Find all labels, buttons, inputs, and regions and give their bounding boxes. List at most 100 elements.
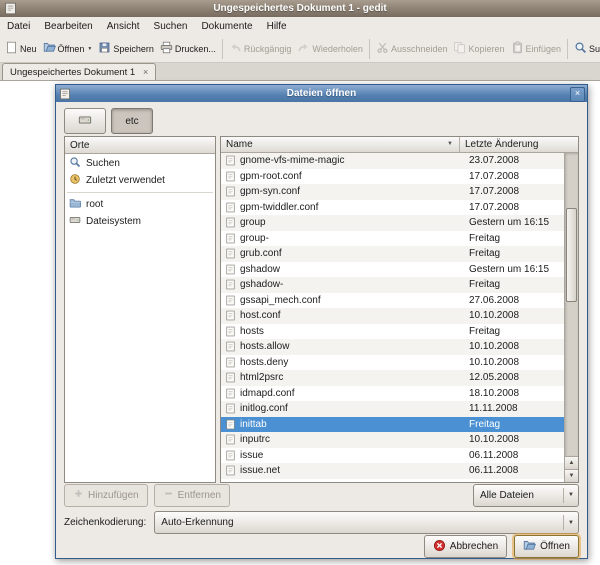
file-modified: 12.05.2008: [469, 372, 564, 383]
dialog-titlebar[interactable]: Dateien öffnen ×: [56, 85, 587, 102]
file-row-initlog-conf[interactable]: initlog.conf11.11.2008: [221, 401, 564, 417]
path-root-button[interactable]: [64, 108, 106, 134]
toolbar-button-neu[interactable]: Neu: [2, 39, 40, 59]
file-name: inputrc: [240, 434, 469, 445]
tab-close-icon[interactable]: ×: [140, 67, 151, 78]
path-etc-button[interactable]: etc: [111, 108, 153, 134]
dialog-close-button[interactable]: ×: [570, 87, 585, 102]
scroll-up-button[interactable]: ▲: [565, 456, 578, 469]
file-row-idmapd-conf[interactable]: idmapd.conf18.10.2008: [221, 386, 564, 402]
file-row-hosts-deny[interactable]: hosts.deny10.10.2008: [221, 355, 564, 371]
column-header-name[interactable]: Name ▼: [221, 137, 459, 153]
cancel-icon: [433, 539, 446, 555]
open-dropdown-arrow-icon[interactable]: ▼: [87, 46, 92, 52]
file-row-hosts[interactable]: hostsFreitag: [221, 324, 564, 340]
column-header-modified[interactable]: Letzte Änderung: [459, 137, 578, 153]
dialog-actions-row: Hinzufügen Entfernen Alle Dateien ▼: [64, 484, 579, 506]
menubar: DateiBearbeitenAnsichtSuchenDokumenteHil…: [0, 17, 600, 36]
file-row-group[interactable]: groupGestern um 16:15: [221, 215, 564, 231]
place-item-suchen[interactable]: Suchen: [65, 155, 215, 172]
file-modified: Freitag: [469, 233, 564, 244]
scroll-down-button[interactable]: ▼: [565, 469, 578, 482]
open-button-label: Öffnen: [540, 541, 570, 552]
file-row-gshadow[interactable]: gshadowGestern um 16:15: [221, 262, 564, 278]
speichern-icon: [98, 41, 111, 57]
place-item-dateisystem[interactable]: Dateisystem: [65, 213, 215, 230]
file-filter-combobox[interactable]: Alle Dateien ▼: [473, 484, 579, 507]
file-row-inittab[interactable]: inittabFreitag: [221, 417, 564, 433]
file-modified: Freitag: [469, 248, 564, 259]
file-modified: Freitag: [469, 279, 564, 290]
menu-item-datei[interactable]: Datei: [0, 17, 37, 36]
file-name: hosts.deny: [240, 357, 469, 368]
window-titlebar[interactable]: Ungespeichertes Dokument 1 - gedit: [0, 0, 600, 17]
file-icon: [225, 372, 237, 383]
file-icon: [225, 202, 237, 213]
scrollbar-trough[interactable]: [565, 153, 578, 456]
cancel-button[interactable]: Abbrechen: [424, 535, 507, 558]
file-row-host-conf[interactable]: host.conf10.10.2008: [221, 308, 564, 324]
file-row-gshadow[interactable]: gshadow-Freitag: [221, 277, 564, 293]
file-modified: 06.11.2008: [469, 450, 564, 461]
menu-item-dokumente[interactable]: Dokumente: [194, 17, 259, 36]
toolbar-button-kopieren: Kopieren: [450, 39, 507, 59]
file-row-html2psrc[interactable]: html2psrc12.05.2008: [221, 370, 564, 386]
open-files-dialog: Dateien öffnen × etc Orte SuchenZuletzt …: [55, 84, 588, 559]
file-row-grub-conf[interactable]: grub.confFreitag: [221, 246, 564, 262]
places-separator: [67, 192, 213, 193]
scrollbar-thumb[interactable]: [566, 208, 577, 302]
file-icon: [225, 450, 237, 461]
file-icon: [225, 295, 237, 306]
encoding-label: Zeichenkodierung:: [64, 517, 146, 528]
file-icon: [225, 155, 237, 166]
encoding-combobox[interactable]: Auto-Erkennung ▼: [154, 511, 579, 534]
drucken-icon: [160, 41, 173, 57]
file-icon: [225, 357, 237, 368]
file-icon: [225, 279, 237, 290]
file-icon: [225, 248, 237, 259]
gedit-app-icon: [4, 2, 17, 15]
file-row-issue-net[interactable]: issue.net06.11.2008: [221, 463, 564, 479]
file-row-gpm-twiddler-conf[interactable]: gpm-twiddler.conf17.07.2008: [221, 200, 564, 216]
menu-item-ansicht[interactable]: Ansicht: [100, 17, 147, 36]
combo-arrow-icon: ▼: [564, 492, 578, 498]
file-name: inittab: [240, 419, 469, 430]
file-row-gpm-syn-conf[interactable]: gpm-syn.conf17.07.2008: [221, 184, 564, 200]
recent-icon: [69, 173, 81, 188]
add-button: Hinzufügen: [64, 484, 148, 507]
places-column-header[interactable]: Orte: [65, 137, 215, 154]
file-icon: [225, 341, 237, 352]
file-row-inputrc[interactable]: inputrc10.10.2008: [221, 432, 564, 448]
drive-icon: [78, 113, 92, 130]
file-list-scrollbar[interactable]: ▲ ▼: [564, 153, 578, 482]
file-row-gnome-vfs-mime-magic[interactable]: gnome-vfs-mime-magic23.07.2008: [221, 153, 564, 169]
file-modified: 10.10.2008: [469, 434, 564, 445]
file-icon: [225, 326, 237, 337]
place-item-zuletzt-verwendet[interactable]: Zuletzt verwendet: [65, 172, 215, 189]
file-modified: 23.07.2008: [469, 155, 564, 166]
file-row-issue[interactable]: issue06.11.2008: [221, 448, 564, 464]
toolbar-button-speichern[interactable]: Speichern: [95, 39, 157, 59]
toolbar-button-suchen[interactable]: Suchen: [571, 39, 600, 59]
file-row-group[interactable]: group-Freitag: [221, 231, 564, 247]
place-item-root[interactable]: root: [65, 196, 215, 213]
toolbar-button-oeffnen[interactable]: Öffnen▼: [40, 39, 96, 59]
file-row-hosts-allow[interactable]: hosts.allow10.10.2008: [221, 339, 564, 355]
menu-item-bearbeiten[interactable]: Bearbeiten: [37, 17, 99, 36]
file-row-gssapi-mech-conf[interactable]: gssapi_mech.conf27.06.2008: [221, 293, 564, 309]
kopieren-icon: [453, 41, 466, 57]
file-modified: 18.10.2008: [469, 388, 564, 399]
toolbar-button-drucken[interactable]: Drucken...: [157, 39, 219, 59]
menu-item-suchen[interactable]: Suchen: [147, 17, 195, 36]
file-icon: [225, 465, 237, 476]
file-name: gnome-vfs-mime-magic: [240, 155, 469, 166]
neu-icon: [5, 41, 18, 57]
file-name: host.conf: [240, 310, 469, 321]
file-list-rows: gnome-vfs-mime-magic23.07.2008gpm-root.c…: [221, 153, 564, 482]
open-button[interactable]: Öffnen: [514, 535, 579, 558]
file-modified: 17.07.2008: [469, 171, 564, 182]
path-etc-label: etc: [125, 116, 138, 127]
menu-item-hilfe[interactable]: Hilfe: [260, 17, 294, 36]
file-row-gpm-root-conf[interactable]: gpm-root.conf17.07.2008: [221, 169, 564, 185]
tab-document[interactable]: Ungespeichertes Dokument 1 ×: [2, 63, 156, 80]
